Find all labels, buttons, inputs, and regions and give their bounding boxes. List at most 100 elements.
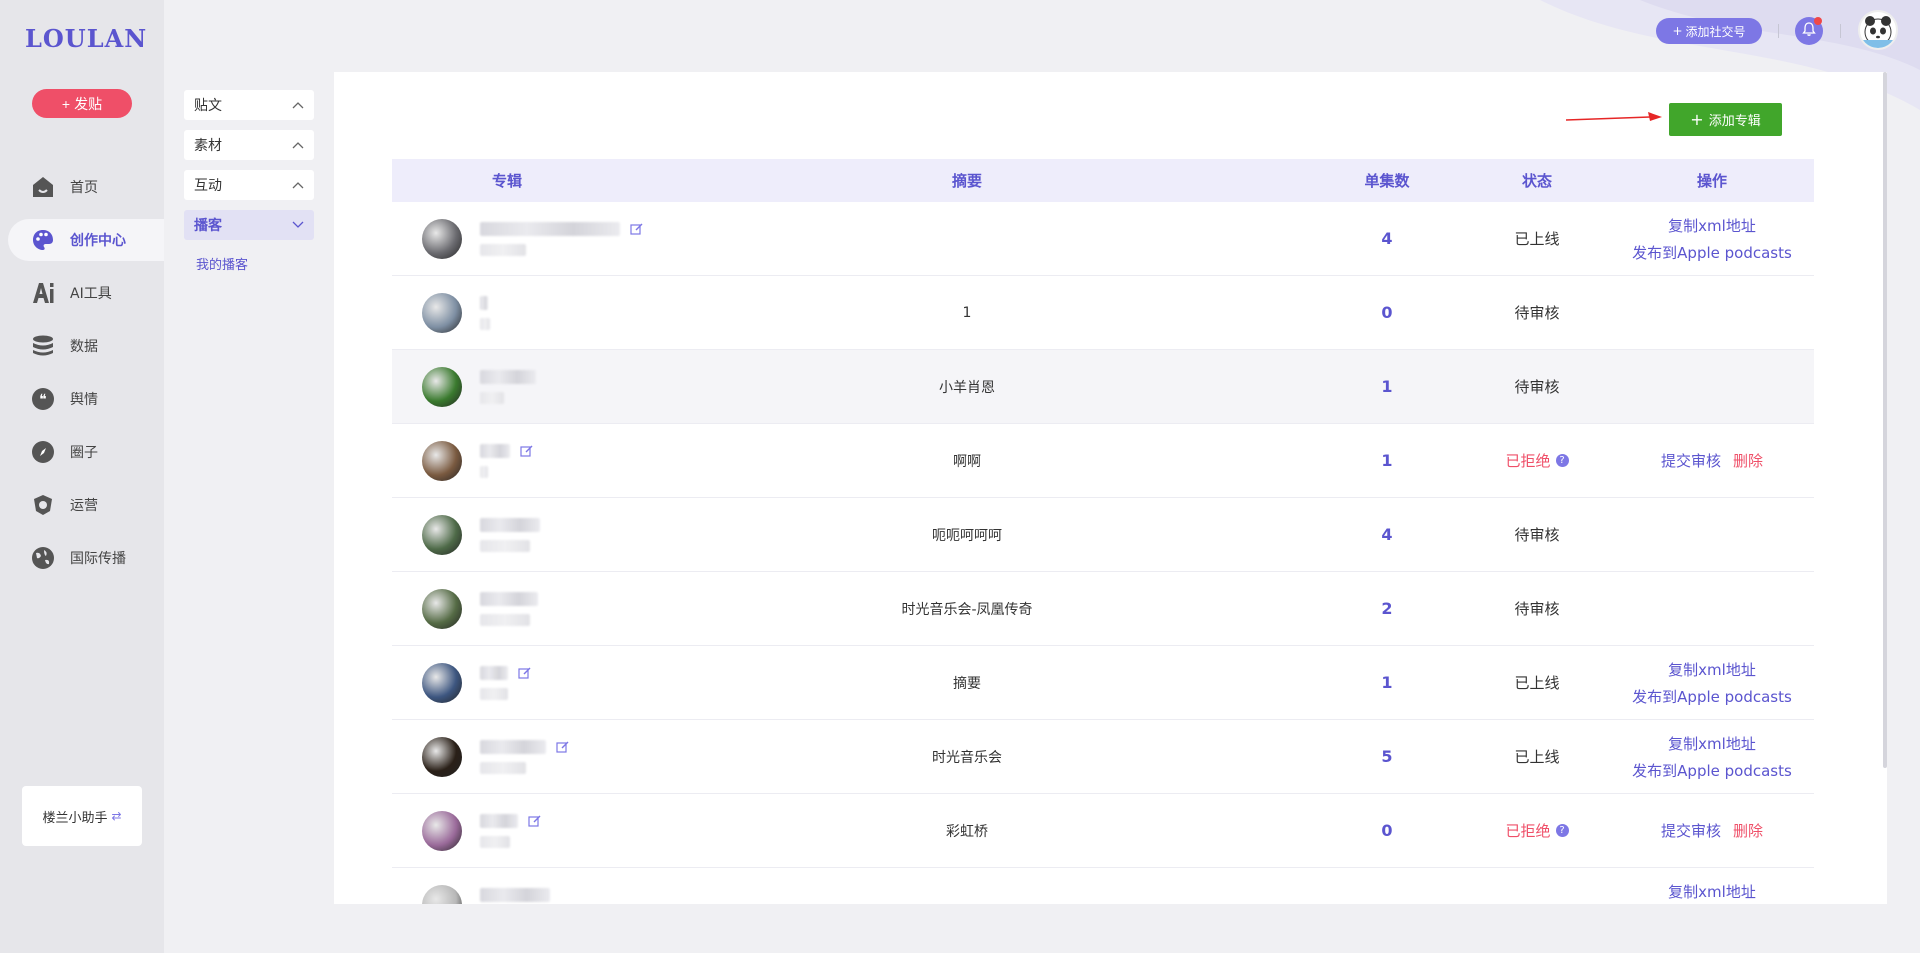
album-title-line bbox=[480, 295, 490, 310]
episode-count: 4 bbox=[1381, 525, 1393, 544]
header-divider bbox=[1840, 24, 1841, 38]
actions-cell bbox=[1612, 350, 1812, 423]
delete-link[interactable]: 删除 bbox=[1733, 450, 1763, 471]
notification-button[interactable] bbox=[1795, 17, 1823, 45]
album-meta bbox=[480, 443, 534, 478]
album-cell bbox=[392, 868, 622, 904]
actions-cell: 复制xml地址发布到Apple podcasts bbox=[1612, 646, 1812, 719]
album-cover[interactable] bbox=[422, 810, 462, 851]
status-text: 已上线 bbox=[1514, 230, 1560, 248]
album-cell bbox=[392, 720, 622, 793]
nav-item-ai-tools[interactable]: AI工具 bbox=[8, 272, 164, 314]
album-meta bbox=[480, 517, 540, 552]
subnav-item-label: 互动 bbox=[194, 178, 222, 194]
edit-icon[interactable] bbox=[518, 666, 532, 680]
submit-review-link[interactable]: 提交审核 bbox=[1661, 450, 1721, 471]
red-arrow-annotation bbox=[1566, 112, 1662, 121]
album-cover[interactable] bbox=[422, 588, 462, 629]
add-album-button[interactable]: + 添加专辑 bbox=[1669, 103, 1782, 136]
album-cover[interactable] bbox=[422, 662, 462, 703]
nav-item-circle[interactable]: 圈子 bbox=[8, 431, 164, 473]
album-title-line bbox=[480, 665, 532, 680]
album-meta bbox=[480, 739, 570, 774]
main-nav: 首页 创作中心 AI工具 数据 ❝ 舆情 圈子 运营 国际传播 bbox=[8, 166, 164, 590]
nav-item-label: 运营 bbox=[70, 498, 98, 514]
nav-item-operation[interactable]: 运营 bbox=[8, 484, 164, 526]
notification-dot bbox=[1814, 17, 1822, 25]
chevron-down-icon bbox=[292, 217, 304, 233]
edit-icon[interactable] bbox=[528, 814, 542, 828]
status-text: 已拒绝 bbox=[1505, 452, 1551, 470]
album-cover[interactable] bbox=[422, 736, 462, 777]
abstract-cell bbox=[622, 202, 1312, 275]
edit-icon[interactable] bbox=[520, 444, 534, 458]
edit-icon[interactable] bbox=[556, 740, 570, 754]
status-text: 已上线 bbox=[1514, 748, 1560, 766]
album-cover[interactable] bbox=[422, 440, 462, 481]
delete-link[interactable]: 删除 bbox=[1733, 820, 1763, 841]
copy-xml-link[interactable]: 复制xml地址 bbox=[1668, 215, 1756, 236]
table-row: 时光音乐会-凤凰传奇 2 待审核 bbox=[392, 572, 1814, 646]
chevron-up-icon bbox=[292, 137, 304, 153]
help-icon[interactable]: ? bbox=[1555, 454, 1569, 467]
helper-button[interactable]: 楼兰小助手 ⇄ bbox=[22, 786, 142, 846]
publish-apple-link[interactable]: 发布到Apple podcasts bbox=[1632, 686, 1792, 707]
copy-xml-link[interactable]: 复制xml地址 bbox=[1668, 659, 1756, 680]
subnav-item-label: 贴文 bbox=[194, 98, 222, 114]
album-cover[interactable] bbox=[422, 514, 462, 555]
nav-item-international[interactable]: 国际传播 bbox=[8, 537, 164, 579]
table-header: 专辑 摘要 单集数 状态 操作 bbox=[392, 159, 1814, 202]
user-avatar[interactable] bbox=[1858, 10, 1898, 50]
subnav-my-podcast[interactable]: 我的播客 bbox=[184, 254, 314, 273]
publish-apple-link[interactable]: 发布到Apple podcasts bbox=[1632, 242, 1792, 263]
status-cell: 已上线 bbox=[1462, 720, 1612, 793]
table-row: 啊啊 1 已拒绝? 提交审核 删除 bbox=[392, 424, 1814, 498]
status-text: 已上线 bbox=[1514, 674, 1560, 692]
rejected-actions: 提交审核 删除 bbox=[1661, 820, 1763, 841]
compass-icon bbox=[30, 439, 56, 465]
column-header-status: 状态 bbox=[1521, 172, 1552, 190]
copy-xml-link[interactable]: 复制xml地址 bbox=[1668, 881, 1756, 902]
subnav-item-podcast[interactable]: 播客 bbox=[184, 210, 314, 240]
album-table: 专辑 摘要 单集数 状态 操作 4 已上线 复制xml地址 发布到Apple podc… bbox=[392, 159, 1814, 904]
album-cover[interactable] bbox=[422, 884, 462, 904]
submit-review-link[interactable]: 提交审核 bbox=[1661, 820, 1721, 841]
shield-icon bbox=[30, 492, 56, 518]
blurred-album-subtitle bbox=[480, 539, 530, 552]
nav-item-home[interactable]: 首页 bbox=[8, 166, 164, 208]
album-cell bbox=[392, 424, 622, 497]
nav-item-label: AI工具 bbox=[70, 286, 112, 302]
actions-cell: 提交审核 删除 bbox=[1612, 424, 1812, 497]
table-row: 4 已上线 复制xml地址 发布到Apple podcasts bbox=[392, 202, 1814, 276]
blurred-album-subtitle bbox=[480, 613, 530, 626]
subnav-item-materials[interactable]: 素材 bbox=[184, 130, 314, 160]
plus-icon: + bbox=[1690, 110, 1704, 129]
nav-item-sentiment[interactable]: ❝ 舆情 bbox=[8, 378, 164, 420]
post-button[interactable]: + 发贴 bbox=[32, 89, 132, 118]
subnav-item-posts[interactable]: 贴文 bbox=[184, 90, 314, 120]
album-cover[interactable] bbox=[422, 218, 462, 259]
subnav-item-label: 素材 bbox=[194, 138, 222, 154]
actions-cell: 复制xml地址发布到Apple podcasts bbox=[1612, 868, 1812, 904]
help-icon[interactable]: ? bbox=[1555, 824, 1569, 837]
helper-label: 楼兰小助手 bbox=[42, 810, 108, 826]
palette-icon bbox=[30, 227, 56, 253]
header-divider bbox=[1778, 24, 1779, 38]
nav-item-data[interactable]: 数据 bbox=[8, 325, 164, 367]
publish-apple-link[interactable]: 发布到Apple podcasts bbox=[1632, 760, 1792, 781]
album-cover[interactable] bbox=[422, 366, 462, 407]
add-social-account-button[interactable]: + 添加社交号 bbox=[1656, 18, 1762, 44]
column-header-episodes: 单集数 bbox=[1364, 172, 1410, 190]
album-cell bbox=[392, 276, 622, 349]
scrollbar[interactable] bbox=[1883, 72, 1887, 768]
column-header-album: 专辑 bbox=[491, 172, 522, 190]
subnav-item-interaction[interactable]: 互动 bbox=[184, 170, 314, 200]
copy-xml-link[interactable]: 复制xml地址 bbox=[1668, 733, 1756, 754]
abstract-cell: 时光音乐会 bbox=[932, 749, 1002, 766]
album-cover[interactable] bbox=[422, 292, 462, 333]
status-text: 待审核 bbox=[1514, 304, 1560, 322]
nav-item-creation-center[interactable]: 创作中心 bbox=[8, 219, 164, 261]
table-row: 彩虹桥 0 已拒绝? 提交审核 删除 bbox=[392, 794, 1814, 868]
nav-item-label: 首页 bbox=[70, 180, 98, 196]
status-cell: 待审核 bbox=[1462, 350, 1612, 423]
